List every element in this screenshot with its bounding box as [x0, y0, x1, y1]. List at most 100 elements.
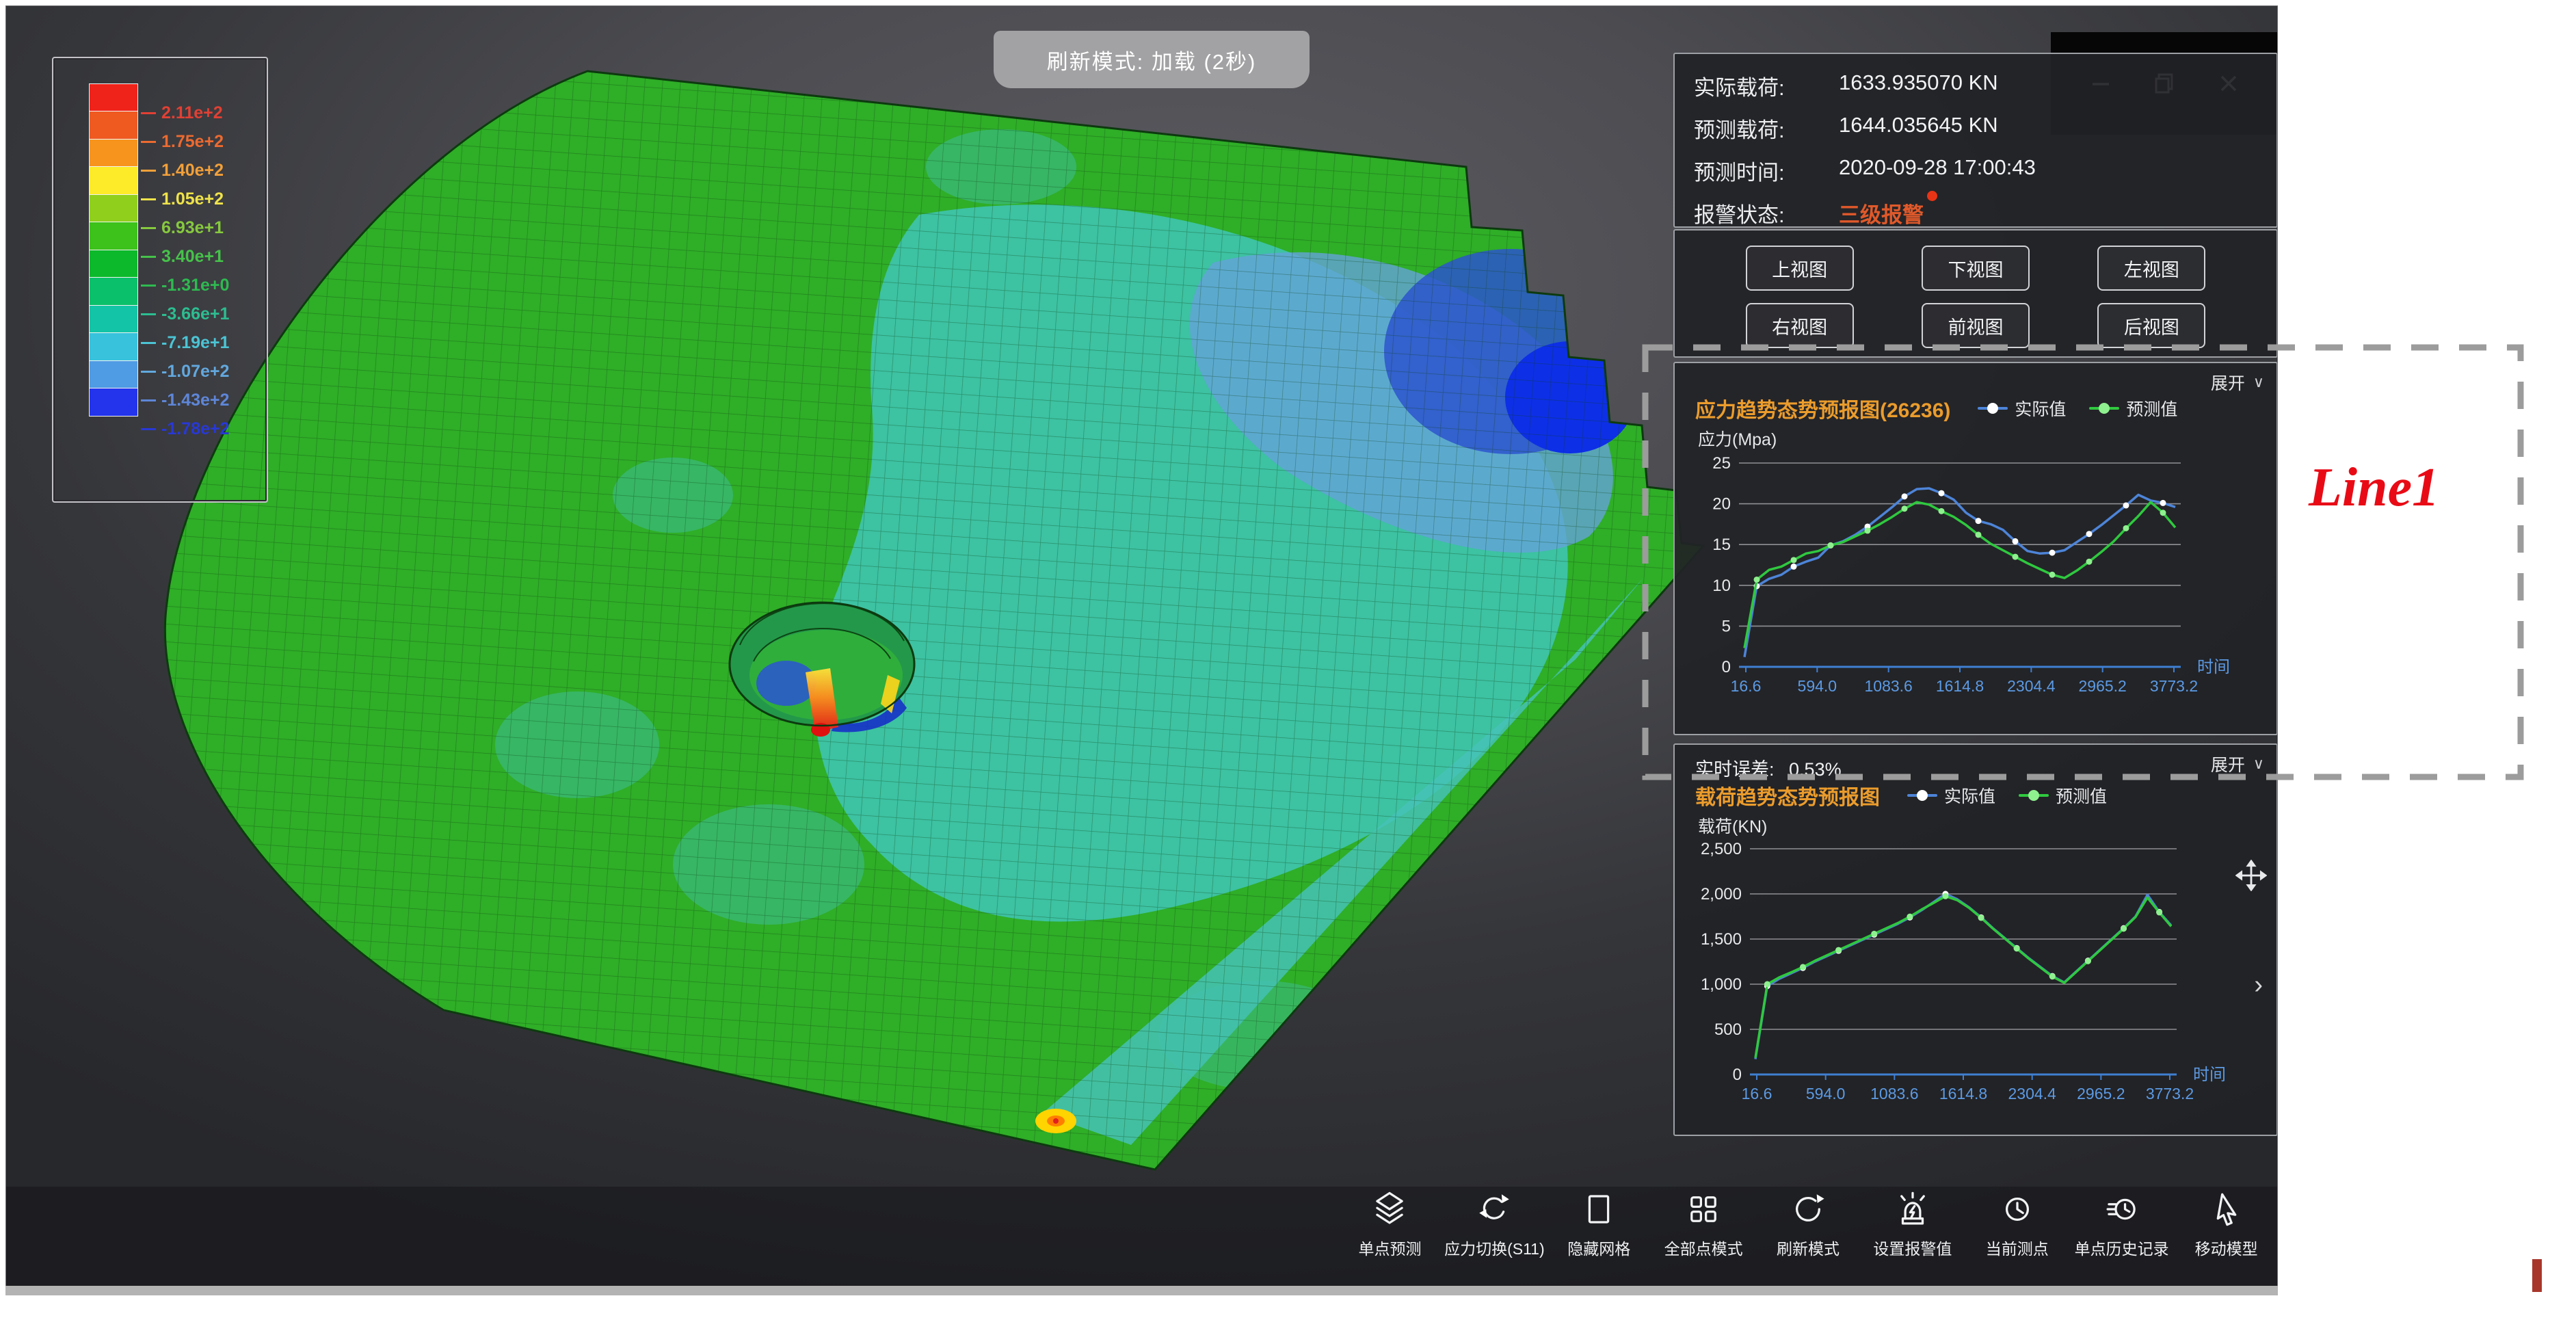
view-button-2[interactable]: 下视图 — [1922, 246, 2030, 291]
svg-text:2304.4: 2304.4 — [2008, 1085, 2056, 1103]
alarm-status-label: 报警状态: — [1694, 198, 1839, 228]
toolbar-item-label: 单点历史记录 — [2075, 1236, 2169, 1259]
legend-item[interactable]: 实际值 — [1907, 783, 1995, 808]
legend-item[interactable]: 预测值 — [2089, 396, 2177, 421]
legend-color-segment — [89, 194, 138, 223]
svg-text:2,000: 2,000 — [1701, 885, 1742, 903]
move-icon — [2235, 860, 2267, 891]
stress-trend-chart-panel: 展开 ∨ 应力趋势态势预报图(26236) 实际值预测值 应力(Mpa) 051… — [1673, 362, 2278, 735]
svg-text:2,500: 2,500 — [1701, 840, 1742, 858]
all-points-icon — [1684, 1189, 1723, 1229]
legend-series-name: 实际值 — [2015, 396, 2066, 421]
legend-color-segment — [89, 166, 138, 195]
svg-text:500: 500 — [1714, 1020, 1742, 1039]
toolbar-item-hide-mesh[interactable]: 隐藏网格 — [1547, 1189, 1651, 1289]
svg-text:1614.8: 1614.8 — [1939, 1085, 1987, 1103]
legend-tick-mark — [141, 198, 156, 200]
toolbar-item-layers[interactable]: 单点预测 — [1338, 1189, 1442, 1289]
svg-text:3773.2: 3773.2 — [2150, 677, 2198, 695]
app-window: 2.11e+21.75e+21.40e+21.05e+26.93e+13.40e… — [5, 5, 2278, 1291]
load-chart-title: 载荷趋势态势预报图 — [1695, 780, 1880, 810]
toolbar-item-label: 隐藏网格 — [1567, 1236, 1630, 1259]
legend-item[interactable]: 预测值 — [2019, 783, 2107, 808]
svg-text:2965.2: 2965.2 — [2078, 677, 2126, 695]
alarm-status-value[interactable]: 三级报警 — [1839, 198, 1924, 228]
toolbar-item-label: 刷新模式 — [1777, 1236, 1840, 1259]
load-info-panel: 实际载荷: 1633.935070 KN 预测载荷: 1644.035645 K… — [1673, 53, 2278, 228]
legend-tick-mark — [141, 428, 156, 430]
toolbar-item-all-points[interactable]: 全部点模式 — [1651, 1189, 1756, 1289]
legend-color-segment — [89, 305, 138, 334]
stress-unit-label: 应力(Mpa) — [1698, 426, 1777, 451]
refresh-mode-text: 刷新模式: 加载 (2秒) — [1047, 44, 1257, 75]
svg-text:16.6: 16.6 — [1742, 1085, 1772, 1103]
predicted-load-row: 预测载荷: 1644.035645 KN — [1694, 113, 2276, 144]
toolbar-item-label: 当前测点 — [1986, 1236, 2049, 1259]
alarm-dot-icon — [1927, 191, 1937, 201]
realtime-error-value: 0.53% — [1789, 759, 1842, 780]
load-trend-chart-panel: 实时误差: 0.53% 展开 ∨ 载荷趋势态势预报图 实际值预测值 载荷(KN)… — [1673, 743, 2278, 1136]
legend-line-swatch — [1978, 407, 2008, 410]
expand-label: 展开 — [2211, 752, 2245, 776]
legend-color-segment — [89, 222, 138, 250]
legend-line-swatch — [2089, 407, 2119, 410]
svg-text:594.0: 594.0 — [1806, 1085, 1846, 1103]
bottom-toolbar: 单点预测应力切换(S11) 隐藏网格 全部点模式 刷新模式设置报警值当前测点 单点历史记… — [1338, 1189, 2278, 1289]
fea-model-viewport[interactable] — [148, 52, 1721, 1180]
screenshot-root: 2.11e+21.75e+21.40e+21.05e+26.93e+13.40e… — [0, 0, 2576, 1333]
toolbar-item-alarm[interactable]: 设置报警值 — [1860, 1189, 1965, 1289]
stress-cycle-icon — [1474, 1189, 1514, 1229]
layers-icon — [1370, 1189, 1409, 1229]
load-trend-chart[interactable]: 05001,0001,5002,0002,50016.6594.01083.61… — [1691, 838, 2263, 1125]
legend-series-name: 预测值 — [2126, 396, 2177, 421]
load-chart-legend: 实际值 预测值 — [1907, 783, 2107, 808]
view-button-3[interactable]: 左视图 — [2097, 246, 2205, 291]
legend-value: 6.93e+1 — [161, 218, 224, 238]
realtime-error-row: 实时误差: 0.53% — [1695, 754, 1842, 781]
predicted-load-value: 1644.035645 KN — [1839, 113, 1998, 144]
toolbar-item-label: 全部点模式 — [1664, 1236, 1743, 1259]
svg-text:1083.6: 1083.6 — [1870, 1085, 1918, 1103]
toolbar-item-refresh[interactable]: 刷新模式 — [1756, 1189, 1861, 1289]
svg-text:594.0: 594.0 — [1798, 677, 1837, 695]
toolbar-item-current-point[interactable]: 当前测点 — [1965, 1189, 2069, 1289]
view-button-1[interactable]: 上视图 — [1746, 246, 1854, 291]
svg-text:5: 5 — [1722, 617, 1731, 635]
svg-text:3773.2: 3773.2 — [2146, 1085, 2194, 1103]
legend-color-segment — [89, 83, 138, 112]
predicted-time-row: 预测时间: 2020-09-28 17:00:43 — [1694, 155, 2276, 186]
legend-tick-mark — [141, 371, 156, 373]
legend-color-segment — [89, 360, 138, 389]
move-panel-handle[interactable] — [2235, 860, 2267, 895]
alarm-status-row: 报警状态: 三级报警 — [1694, 198, 2276, 228]
expand-button-load[interactable]: 展开 ∨ — [2211, 752, 2264, 776]
stress-trend-chart[interactable]: 051015202516.6594.01083.61614.82304.4296… — [1691, 453, 2263, 717]
toolbar-item-history[interactable]: 单点历史记录 — [2069, 1189, 2174, 1289]
toolbar-item-move-model[interactable]: 移动模型 — [2174, 1189, 2278, 1289]
view-button-5[interactable]: 前视图 — [1922, 303, 2030, 348]
legend-color-segment — [89, 139, 138, 168]
chevron-down-icon: ∨ — [2253, 373, 2264, 391]
legend-item[interactable]: 实际值 — [1978, 396, 2066, 421]
predicted-load-label: 预测载荷: — [1694, 113, 1839, 144]
svg-text:25: 25 — [1712, 454, 1731, 473]
legend-value: -1.43e+2 — [161, 391, 229, 410]
toolbar-item-stress-cycle[interactable]: 应力切换(S11) — [1442, 1189, 1547, 1289]
chevron-right-icon[interactable]: › — [2254, 971, 2263, 1000]
legend-value: -7.19e+1 — [161, 333, 229, 353]
svg-text:0: 0 — [1722, 658, 1731, 676]
view-button-4[interactable]: 右视图 — [1746, 303, 1854, 348]
expand-button-stress[interactable]: 展开 ∨ — [2211, 370, 2264, 395]
move-model-icon — [2207, 1189, 2246, 1229]
legend-series-name: 实际值 — [1944, 783, 1995, 808]
legend-series-name: 预测值 — [2056, 783, 2107, 808]
legend-marker-dot — [1987, 403, 1998, 414]
predicted-time-value: 2020-09-28 17:00:43 — [1839, 155, 2036, 186]
legend-line-swatch — [2019, 794, 2049, 797]
legend-value: -3.66e+1 — [161, 304, 229, 324]
legend-color-segment — [89, 111, 138, 140]
legend-value: 3.40e+1 — [161, 247, 224, 267]
legend-marker-dot — [2028, 790, 2039, 801]
view-button-6[interactable]: 后视图 — [2097, 303, 2205, 348]
history-icon — [2102, 1189, 2142, 1229]
